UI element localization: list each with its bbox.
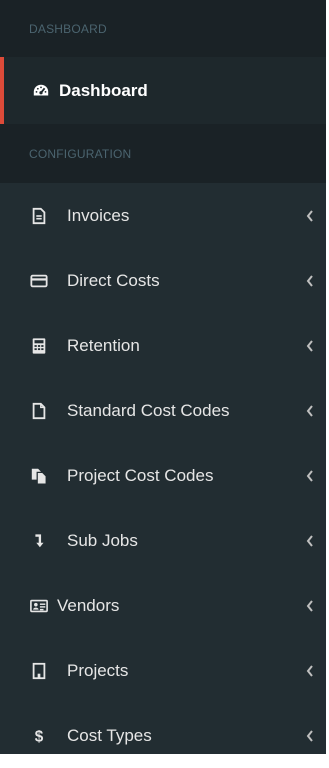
invoice-icon xyxy=(29,206,49,226)
tachometer-icon xyxy=(31,81,51,101)
sidebar: DASHBOARD Dashboard CONFIGURATION Invoic… xyxy=(0,0,326,754)
chevron-left-icon xyxy=(305,404,315,418)
chevron-left-icon xyxy=(305,274,315,288)
sidebar-item-label: Vendors xyxy=(57,595,120,615)
sidebar-item-label: Cost Types xyxy=(67,725,152,745)
sidebar-item-direct-costs[interactable]: Direct Costs xyxy=(0,248,326,313)
sidebar-item-invoices[interactable]: Invoices xyxy=(0,183,326,248)
chevron-left-icon xyxy=(305,339,315,353)
sidebar-item-label: Project Cost Codes xyxy=(67,465,214,485)
sidebar-item-label: Dashboard xyxy=(59,80,148,100)
sidebar-item-label: Projects xyxy=(67,660,129,680)
chevron-left-icon xyxy=(305,664,315,678)
chevron-left-icon xyxy=(305,209,315,223)
sidebar-item-label: Invoices xyxy=(67,205,130,225)
copy-files-icon xyxy=(29,466,49,486)
sidebar-item-label: Standard Cost Codes xyxy=(67,400,230,420)
building-icon xyxy=(29,661,49,681)
dollar-icon: $ xyxy=(29,726,49,746)
id-card-icon xyxy=(29,596,49,616)
sidebar-item-projects[interactable]: Projects xyxy=(0,638,326,703)
sidebar-item-label: Direct Costs xyxy=(67,270,160,290)
sidebar-item-dashboard[interactable]: Dashboard xyxy=(0,57,326,124)
credit-card-icon xyxy=(29,271,49,291)
sidebar-item-sub-jobs[interactable]: Sub Jobs xyxy=(0,508,326,573)
section-header-configuration: CONFIGURATION xyxy=(0,124,326,183)
chevron-left-icon xyxy=(305,534,315,548)
file-icon xyxy=(29,401,49,421)
sidebar-item-cost-types[interactable]: $ Cost Types xyxy=(0,703,326,768)
chevron-left-icon xyxy=(305,599,315,613)
chevron-left-icon xyxy=(305,469,315,483)
sidebar-item-vendors[interactable]: Vendors xyxy=(0,573,326,638)
svg-text:$: $ xyxy=(35,728,44,745)
sidebar-item-project-cost-codes[interactable]: Project Cost Codes xyxy=(0,443,326,508)
level-down-icon xyxy=(29,531,49,551)
configuration-menu: Invoices Direct Costs Retention Standard… xyxy=(0,183,326,768)
chevron-left-icon xyxy=(305,729,315,743)
section-header-dashboard-label: DASHBOARD xyxy=(29,21,107,36)
section-header-configuration-label: CONFIGURATION xyxy=(29,146,132,161)
sidebar-item-standard-cost-codes[interactable]: Standard Cost Codes xyxy=(0,378,326,443)
section-header-dashboard: DASHBOARD xyxy=(0,0,326,57)
sidebar-item-retention[interactable]: Retention xyxy=(0,313,326,378)
sidebar-item-label: Retention xyxy=(67,335,140,355)
sidebar-item-label: Sub Jobs xyxy=(67,530,138,550)
calculator-icon xyxy=(29,336,49,356)
